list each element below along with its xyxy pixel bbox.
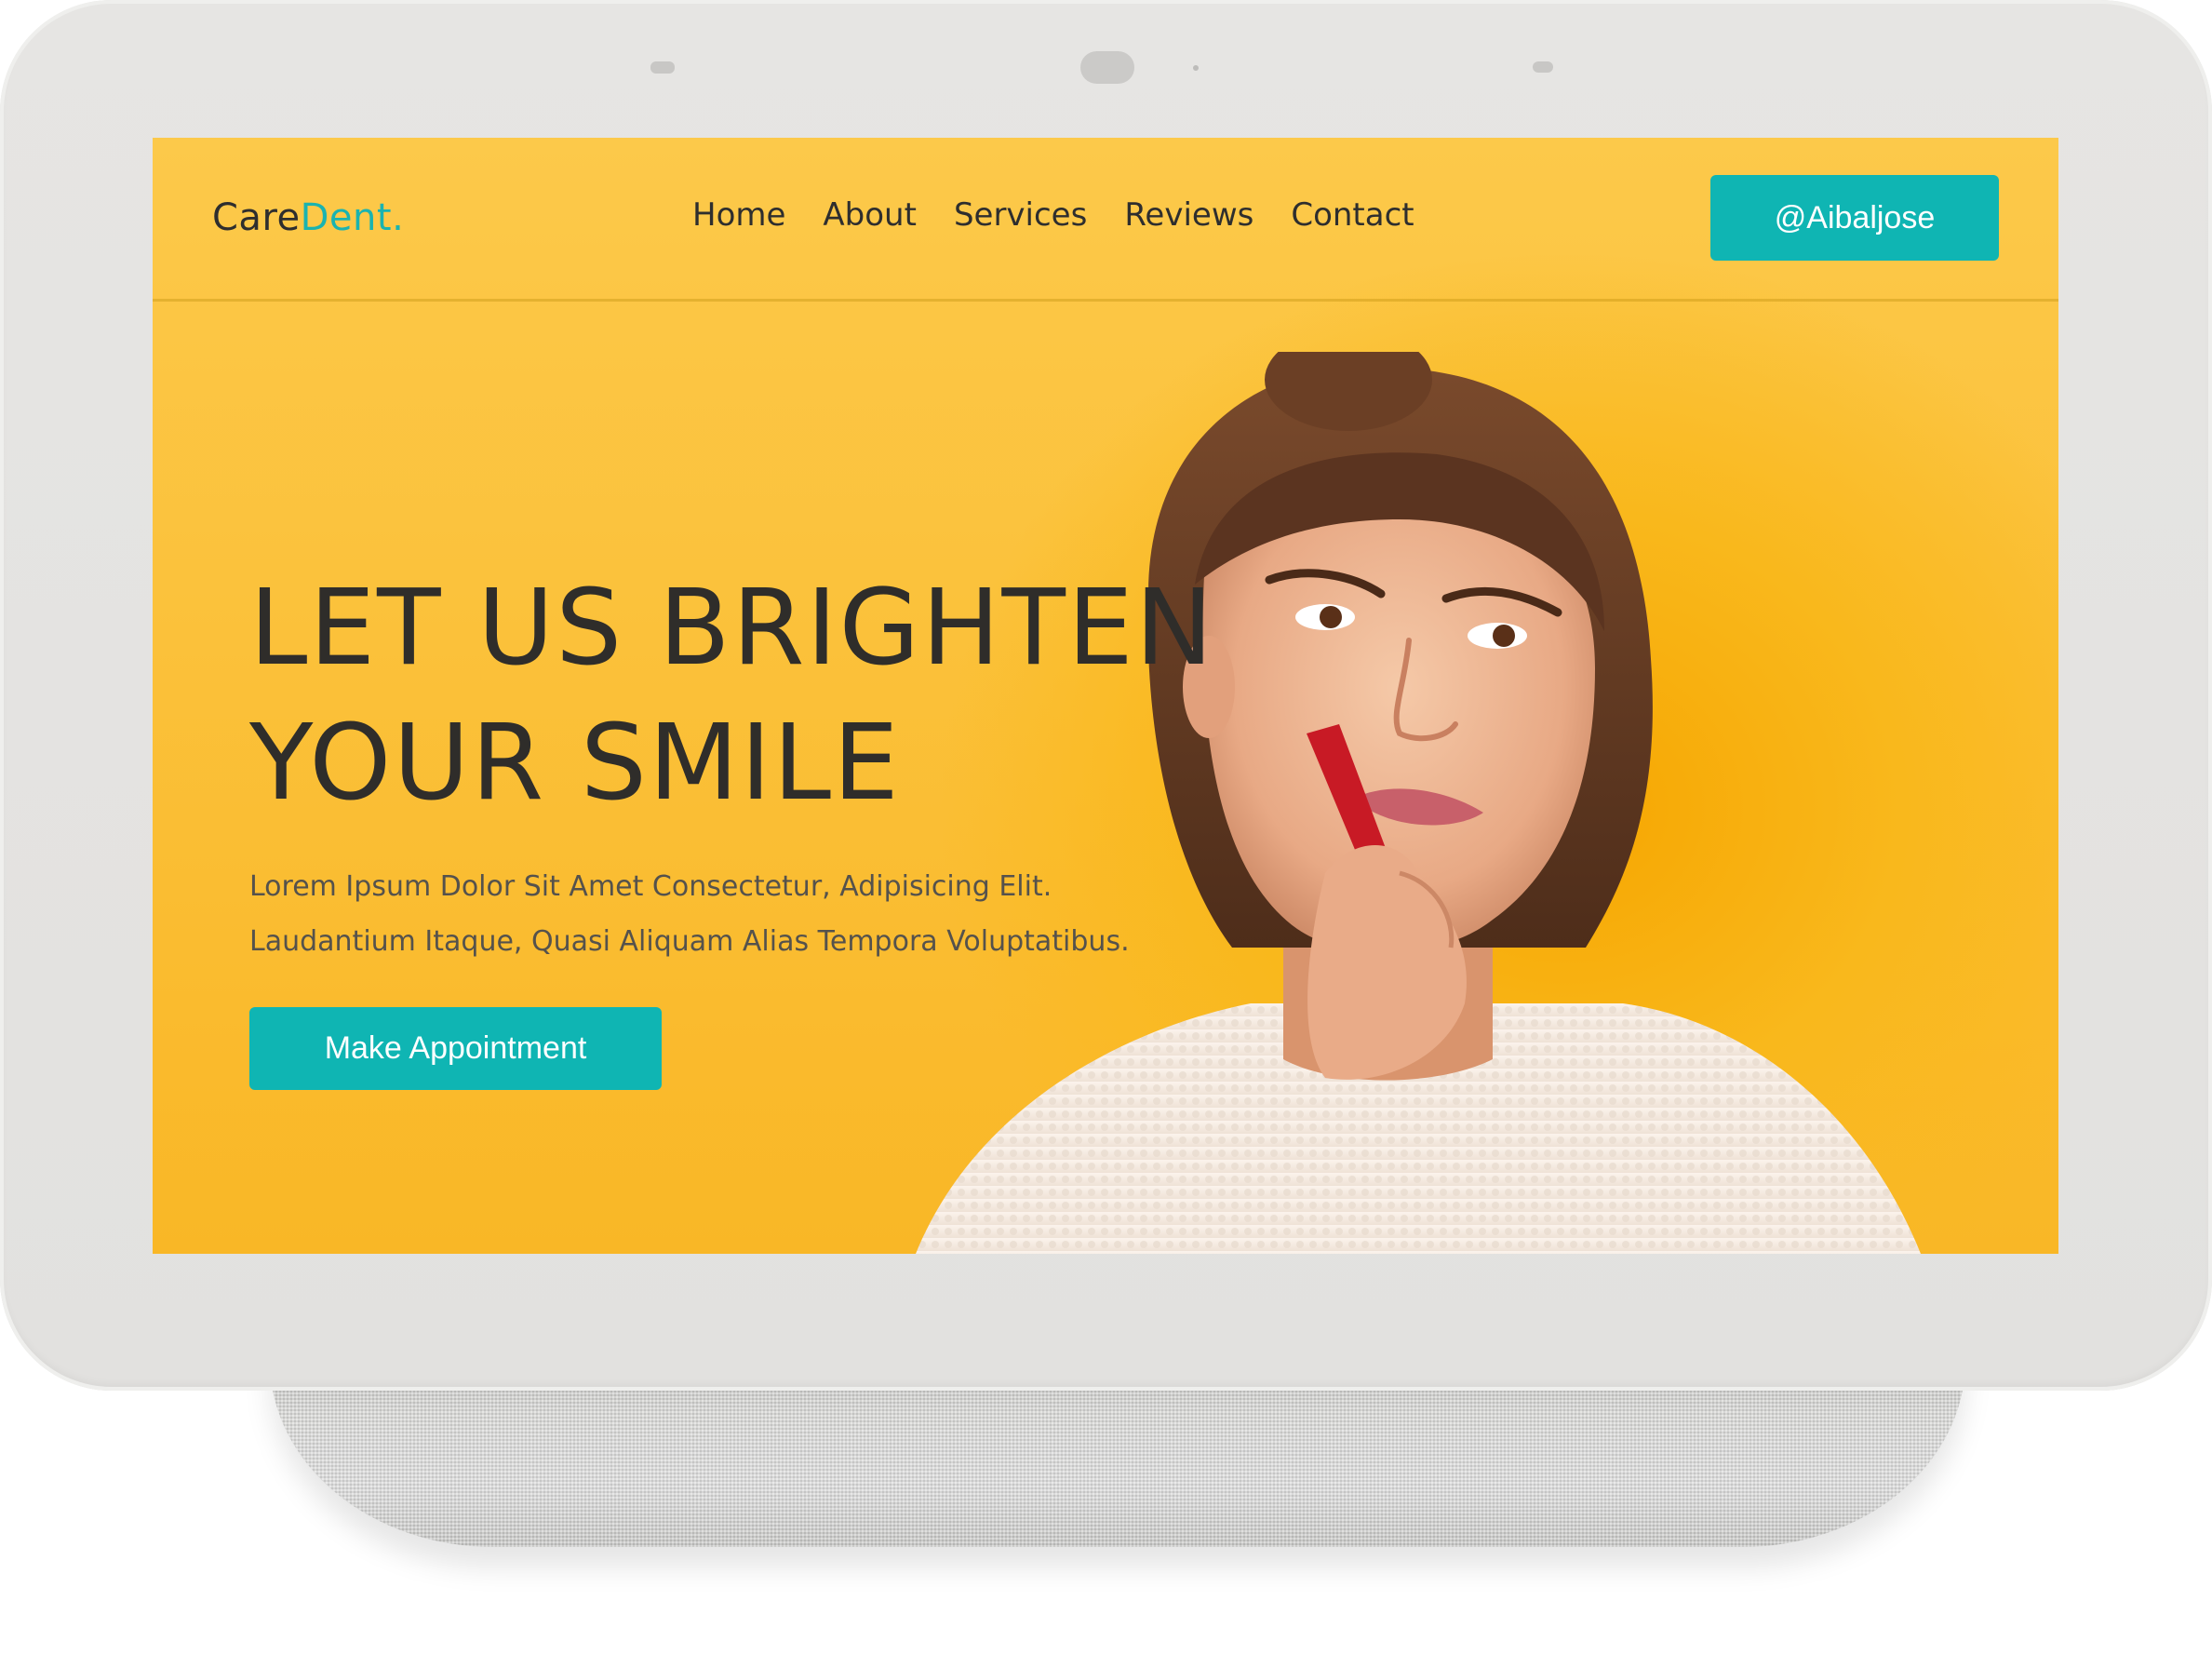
- navbar: CareDent. Home About Services Reviews Co…: [153, 138, 2058, 302]
- nav-item-about[interactable]: About: [823, 196, 917, 234]
- hero-description-line2: Laudantium Itaque, Quasi Aliquam Alias T…: [249, 925, 1130, 958]
- hero-title: LET US BRIGHTEN YOUR SMILE: [249, 561, 1215, 831]
- sensor-left-icon: [650, 61, 675, 74]
- hero-description-line1: Lorem Ipsum Dolor Sit Amet Consectetur, …: [249, 870, 1052, 903]
- nav-item-services[interactable]: Services: [954, 196, 1087, 234]
- nav-item-home[interactable]: Home: [692, 196, 785, 234]
- hero-description: Lorem Ipsum Dolor Sit Amet Consectetur, …: [249, 859, 1130, 969]
- device-screen: CareDent. Home About Services Reviews Co…: [153, 138, 2058, 1254]
- brand-name-part2: Dent.: [300, 196, 405, 239]
- sensor-right-icon: [1533, 61, 1553, 73]
- device-frame: CareDent. Home About Services Reviews Co…: [0, 0, 2212, 1391]
- nav-links: Home About Services Reviews Contact: [692, 196, 1414, 234]
- hero-title-line2: YOUR SMILE: [249, 703, 901, 824]
- brand-name-part1: Care: [212, 196, 301, 239]
- camera-icon: [1080, 51, 1134, 84]
- light-sensor-icon: [1193, 65, 1199, 71]
- hero-title-line1: LET US BRIGHTEN: [249, 568, 1215, 689]
- nav-item-reviews[interactable]: Reviews: [1124, 196, 1253, 234]
- brand-logo[interactable]: CareDent.: [212, 196, 404, 239]
- make-appointment-button[interactable]: Make Appointment: [249, 1007, 662, 1090]
- nav-item-contact[interactable]: Contact: [1291, 196, 1414, 234]
- handle-button[interactable]: @Aibaljose: [1710, 175, 1999, 261]
